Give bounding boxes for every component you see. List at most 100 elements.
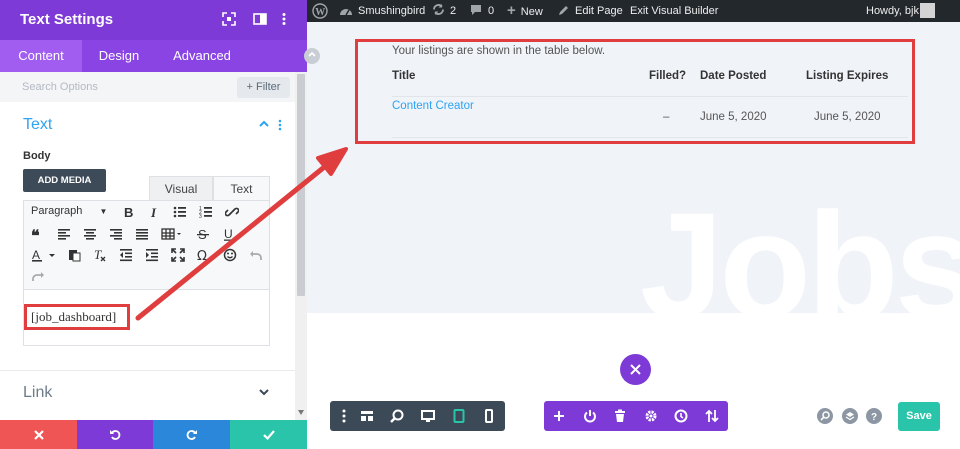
filter-label: Filter — [256, 81, 281, 93]
sidebar-toggle-icon[interactable] — [253, 12, 269, 28]
table-icon[interactable] — [161, 227, 185, 241]
portability-icon[interactable] — [704, 408, 720, 424]
add-media-button[interactable]: ADD MEDIA — [23, 169, 106, 192]
undo-button[interactable] — [77, 420, 153, 449]
desktop-view-icon[interactable] — [420, 408, 436, 424]
settings-gear-icon[interactable] — [643, 408, 659, 424]
clear-formatting-icon[interactable]: T — [93, 248, 109, 262]
paragraph-format-select[interactable]: Paragraph ▼ — [31, 205, 107, 217]
section-more-icon[interactable] — [278, 119, 282, 131]
phone-view-icon[interactable] — [481, 408, 497, 424]
tab-content[interactable]: Content — [0, 40, 82, 72]
wp-admin-bar: W Smushingbird 2 0 + New Edit Page Exit V… — [307, 0, 960, 22]
scrollbar-thumb[interactable] — [297, 74, 305, 296]
svg-text:A: A — [32, 248, 40, 262]
svg-text:Ω: Ω — [197, 249, 207, 262]
save-settings-button[interactable] — [230, 420, 307, 449]
resize-icon — [308, 51, 316, 57]
tab-design[interactable]: Design — [82, 40, 156, 72]
more-vertical-icon[interactable] — [336, 408, 352, 424]
bullet-list-icon[interactable] — [173, 205, 189, 219]
undo-icon[interactable] — [249, 248, 265, 262]
save-page-button[interactable]: Save — [898, 402, 940, 431]
new-content-link[interactable]: + New — [507, 0, 543, 22]
zoom-icon[interactable] — [389, 408, 405, 424]
listing-title-link[interactable]: Content Creator — [392, 100, 474, 112]
user-avatar[interactable] — [920, 3, 935, 18]
italic-icon[interactable]: I — [147, 205, 163, 219]
outdent-icon[interactable] — [119, 248, 135, 262]
edit-page-link[interactable]: Edit Page — [558, 0, 623, 22]
search-icon — [820, 411, 830, 421]
help-button[interactable]: ? — [866, 408, 882, 424]
chevron-down-icon[interactable] — [259, 389, 269, 396]
editor-tab-visual[interactable]: Visual — [149, 176, 213, 200]
settings-tabs: Content Design Advanced — [0, 40, 307, 72]
editor-tab-text[interactable]: Text — [213, 176, 270, 200]
refresh-icon — [433, 4, 444, 15]
strikethrough-icon[interactable]: S — [196, 227, 212, 241]
table-header-divider — [392, 96, 908, 97]
emoticon-icon[interactable] — [223, 248, 239, 262]
expand-icon[interactable] — [222, 12, 238, 28]
tab-advanced[interactable]: Advanced — [156, 40, 248, 72]
fullscreen-icon[interactable] — [171, 248, 187, 262]
text-color-icon[interactable]: A — [31, 248, 57, 262]
search-options-input[interactable] — [22, 78, 222, 96]
site-name: Smushingbird — [358, 5, 426, 17]
plus-icon: + — [507, 2, 516, 19]
trash-icon[interactable] — [612, 408, 628, 424]
align-center-icon[interactable] — [83, 227, 99, 241]
indent-icon[interactable] — [145, 248, 161, 262]
wordpress-logo-icon[interactable]: W — [312, 3, 328, 19]
align-justify-icon[interactable] — [135, 227, 151, 241]
panel-resize-handle[interactable] — [304, 48, 320, 64]
exit-visual-builder-link[interactable]: Exit Visual Builder — [630, 0, 718, 22]
align-right-icon[interactable] — [109, 227, 125, 241]
howdy-user-link[interactable]: Howdy, bjk — [866, 0, 919, 22]
filter-button[interactable]: + Filter — [237, 77, 290, 98]
svg-text:B: B — [124, 205, 133, 219]
pencil-icon — [559, 6, 568, 15]
redo-button[interactable] — [153, 420, 230, 449]
link-section-title[interactable]: Link — [23, 384, 52, 402]
align-left-icon[interactable] — [57, 227, 73, 241]
history-icon[interactable] — [673, 408, 689, 424]
bold-icon[interactable]: B — [121, 205, 137, 219]
tablet-view-icon[interactable] — [451, 408, 467, 424]
special-character-icon[interactable]: Ω — [197, 248, 213, 262]
layers-button[interactable] — [842, 408, 858, 424]
panel-title: Text Settings — [20, 11, 114, 28]
updates-link[interactable]: 2 — [432, 0, 456, 22]
svg-text:T: T — [94, 248, 102, 262]
add-icon[interactable] — [551, 408, 567, 424]
listing-note: Your listings are shown in the table bel… — [392, 45, 606, 57]
paste-as-text-icon[interactable] — [67, 248, 83, 262]
svg-text:U: U — [224, 227, 233, 241]
listing-expires: June 5, 2020 — [814, 111, 881, 123]
numbered-list-icon[interactable]: 123 — [199, 205, 215, 219]
blockquote-icon[interactable]: ❝ — [31, 227, 47, 241]
comments-link[interactable]: 0 — [470, 0, 494, 22]
more-options-icon[interactable] — [281, 12, 297, 28]
comment-icon — [471, 5, 481, 15]
layers-icon — [845, 412, 855, 421]
link-icon[interactable] — [225, 205, 241, 219]
wireframe-view-icon[interactable] — [359, 408, 375, 424]
search-modules-button[interactable] — [817, 408, 833, 424]
underline-icon[interactable]: U — [222, 227, 238, 241]
chevron-up-icon[interactable] — [259, 120, 269, 127]
panel-scrollbar[interactable] — [295, 72, 307, 420]
power-icon[interactable] — [582, 408, 598, 424]
dashboard-icon — [340, 9, 352, 16]
scroll-down-arrow-icon[interactable] — [298, 410, 304, 415]
svg-text:I: I — [150, 205, 157, 219]
column-header-listing-expires: Listing Expires — [806, 70, 889, 82]
discard-button[interactable] — [0, 420, 77, 449]
site-name-link[interactable]: Smushingbird — [339, 0, 425, 22]
redo-icon[interactable] — [31, 269, 47, 283]
undo-icon — [110, 429, 121, 440]
text-section-title[interactable]: Text — [23, 116, 52, 134]
close-builder-button[interactable] — [620, 354, 651, 385]
plus-icon: + — [246, 81, 257, 93]
